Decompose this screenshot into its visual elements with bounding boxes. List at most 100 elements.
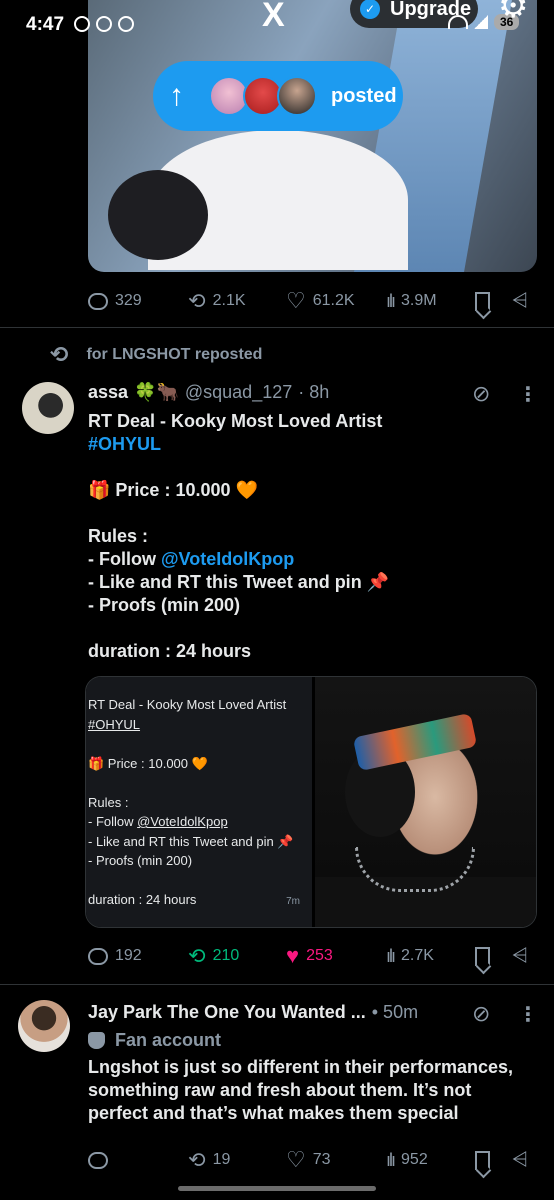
fan-account-badge: Fan account (88, 1030, 221, 1051)
x-logo[interactable]: X (262, 0, 285, 35)
reply-button[interactable]: 192 (88, 947, 142, 965)
gear-icon[interactable]: ⚙ (498, 0, 528, 26)
mention-link[interactable]: @VoteIdolKpop (161, 549, 294, 569)
tweet-line: RT Deal - Kooky Most Loved Artist (88, 411, 383, 431)
status-time: 4:47 (26, 14, 65, 35)
media-line: 🎁 Price : 10.000 🧡 (88, 755, 208, 771)
repost-button[interactable]: ⟲ 19 (188, 1150, 230, 1171)
reply-count: 329 (115, 292, 142, 309)
media-line: - Like and RT this Tweet and pin 📌 (88, 833, 294, 849)
share-icon: ⩤ (512, 290, 528, 312)
bookmark-button[interactable] (475, 946, 490, 966)
like-count: 73 (312, 1151, 331, 1168)
share-icon: ⩤ (512, 945, 528, 967)
views-icon: ılı (386, 946, 396, 966)
repost-count: 2.1K (212, 292, 246, 309)
image-detail (352, 712, 478, 772)
tweet3-header: Jay Park The One You Wanted ... • 50m (88, 1002, 418, 1023)
repost-count: 19 (212, 1151, 231, 1168)
reply-count: 192 (115, 947, 142, 964)
tweet-line: 🎁 Price : 10.000 🧡 (88, 480, 258, 500)
tweet2-media-grid: RT Deal - Kooky Most Loved Artist #OHYUL… (85, 676, 537, 928)
name-emoji: 🍀🐂 (134, 382, 179, 402)
arrow-up-icon: ↑ (169, 79, 184, 112)
tweet-time: • 50m (371, 1002, 419, 1022)
tweet-line: perfect and that’s what makes them speci… (88, 1103, 459, 1123)
messages-icon (118, 16, 134, 32)
tweet1-action-bar: 329 ⟲ 2.1K ♡ 61.2K ılı 3.9M ⩤ (88, 286, 538, 316)
avatar (277, 76, 317, 116)
views-count: 3.9M (401, 292, 437, 309)
media-screenshot[interactable]: RT Deal - Kooky Most Loved Artist #OHYUL… (86, 677, 312, 927)
reply-button[interactable] (88, 1151, 115, 1169)
tweet3-action-bar: ⟲ 19 ♡ 73 ılı 952 ⩤ (88, 1145, 538, 1175)
repost-context[interactable]: ⟲ for LNGSHOT reposted (50, 344, 262, 366)
like-count: 61.2K (312, 292, 355, 309)
grok-icon[interactable]: ⊘ (472, 381, 490, 407)
tweet2-text: RT Deal - Kooky Most Loved Artist #OHYUL… (88, 410, 538, 663)
tweet-line: - Like and RT this Tweet and pin 📌 (88, 572, 390, 592)
wifi-icon (448, 15, 468, 29)
repost-context-label: for LNGSHOT reposted (86, 346, 263, 363)
views-button[interactable]: ılı 2.7K (386, 947, 434, 965)
repost-count: 210 (212, 947, 240, 964)
repost-button[interactable]: ⟲ 210 (188, 946, 239, 967)
views-button[interactable]: ılı 3.9M (386, 292, 437, 310)
like-button[interactable]: ♥ 253 (286, 945, 333, 967)
bookmark-button[interactable] (475, 291, 490, 311)
author-name[interactable]: assa (88, 382, 128, 403)
media-line: - Follow @VoteIdolKpop (88, 812, 312, 832)
repost-icon: ⟲ (188, 1148, 206, 1172)
bookmark-icon (475, 946, 490, 966)
bookmark-icon (475, 291, 490, 311)
like-button[interactable]: ♡ 61.2K (286, 290, 355, 312)
media-line: Rules : (88, 794, 129, 810)
tweet-line: duration : 24 hours (88, 641, 252, 661)
bookmark-button[interactable] (475, 1150, 490, 1170)
more-icon[interactable]: ⋮ (518, 382, 538, 407)
hashtag-link[interactable]: #OHYUL (88, 433, 538, 456)
views-icon: ılı (386, 1150, 396, 1170)
posted-avatars (209, 76, 317, 116)
author-handle[interactable]: @squad_127 (185, 382, 292, 403)
share-button[interactable]: ⩤ (512, 291, 528, 311)
views-icon: ılı (386, 291, 396, 311)
divider (0, 984, 554, 985)
reply-button[interactable]: 329 (88, 292, 142, 310)
media-line: duration : 24 hours (88, 892, 197, 907)
home-indicator[interactable] (178, 1186, 376, 1191)
new-posts-pill[interactable]: ↑ posted (153, 61, 403, 131)
share-button[interactable]: ⩤ (512, 946, 528, 966)
like-button[interactable]: ♡ 73 (286, 1149, 331, 1171)
reply-icon (88, 947, 108, 965)
avatar[interactable] (22, 382, 74, 434)
repost-icon: ⟲ (50, 342, 69, 367)
author-name[interactable]: Jay Park The One You Wanted ... (88, 1002, 366, 1023)
repost-button[interactable]: ⟲ 2.1K (188, 291, 246, 312)
like-count: 253 (306, 947, 333, 964)
badge-label: Fan account (115, 1030, 222, 1050)
more-icon[interactable]: ⋮ (518, 1002, 538, 1027)
bookmark-icon (475, 1150, 490, 1170)
share-button[interactable]: ⩤ (512, 1150, 528, 1170)
tweet2-action-bar: 192 ⟲ 210 ♥ 253 ılı 2.7K ⩤ (88, 941, 538, 971)
tweet-line: Rules : (88, 526, 149, 546)
heart-icon: ♡ (286, 1147, 306, 1172)
repost-icon: ⟲ (188, 289, 206, 313)
posted-label: posted (331, 84, 397, 107)
views-button[interactable]: ılı 952 (386, 1151, 428, 1169)
avatar[interactable] (18, 1000, 70, 1052)
media-line: #OHYUL (88, 716, 141, 732)
media-photo[interactable] (315, 677, 536, 927)
views-count: 2.7K (401, 947, 434, 964)
grok-icon[interactable]: ⊘ (472, 1001, 490, 1027)
views-count: 952 (401, 1151, 428, 1168)
tweet2-header: assa 🍀🐂 @squad_127 · 8h (88, 382, 329, 403)
media-follow-prefix: - Follow (88, 814, 138, 829)
